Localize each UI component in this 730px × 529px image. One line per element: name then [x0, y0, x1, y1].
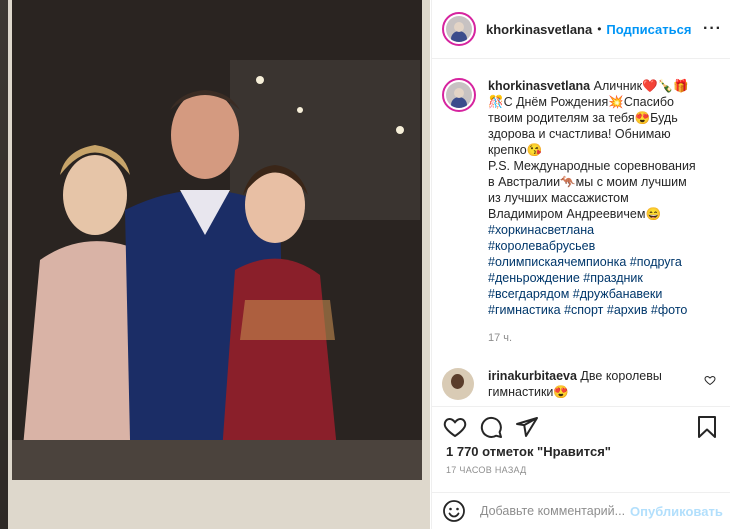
author-username[interactable]: khorkinasvetlana — [486, 22, 592, 37]
caption-line: крепко😘 — [488, 143, 543, 157]
post-date: 17 часов назад — [446, 465, 527, 475]
avatar[interactable] — [442, 12, 476, 46]
hashtag-link[interactable]: #деньрождение #праздник — [488, 271, 643, 285]
photo-illustration — [0, 0, 430, 529]
caption-text: khorkinasvetlana Аличник❤️🍾🎁 🎊С Днём Рож… — [488, 78, 696, 346]
comment-input[interactable] — [480, 504, 630, 518]
caption-username[interactable]: khorkinasvetlana — [488, 79, 590, 93]
comment-text: irinakurbitaeva Две королевы гимнастики😍 — [488, 368, 688, 400]
comment-icon[interactable] — [478, 414, 504, 440]
hashtag-link[interactable]: #хоркинасветлана — [488, 223, 594, 237]
publish-button[interactable]: Опубликовать — [630, 504, 723, 519]
caption-line: здорова и счастлива! Обнимаю — [488, 127, 671, 141]
heart-icon[interactable] — [442, 414, 468, 440]
share-icon[interactable] — [514, 414, 540, 440]
post-sidebar: khorkinasvetlana • Подписаться ··· khork… — [431, 0, 730, 529]
post-photo[interactable] — [0, 0, 430, 529]
hashtag-link[interactable]: #всегдарядом #дружбанавеки — [488, 287, 662, 301]
caption-line: твоим родителям за тебя😍Будь — [488, 111, 678, 125]
commenter-avatar[interactable] — [442, 368, 474, 400]
caption-line: Владимиром Андреевичем😄 — [488, 207, 662, 221]
likes-count[interactable]: 1 770 отметок "Нравится" — [446, 444, 611, 459]
caption-line: 🎊С Днём Рождения💥Спасибо — [488, 95, 674, 109]
hashtag-link[interactable]: #гимнастика #спорт #архив #фото — [488, 303, 687, 317]
comment-like-heart-icon[interactable] — [704, 374, 716, 389]
more-horizontal-icon[interactable]: ··· — [703, 20, 722, 38]
add-comment-bar: Опубликовать — [432, 492, 730, 529]
emoji-icon[interactable] — [442, 499, 466, 523]
hashtag-link[interactable]: #королевабрусьев — [488, 239, 595, 253]
bookmark-icon[interactable] — [694, 414, 720, 440]
post-header: khorkinasvetlana • Подписаться ··· — [432, 0, 730, 59]
caption-time: 17 ч. — [488, 332, 513, 344]
caption-line: Аличник❤️🍾🎁 — [593, 79, 689, 93]
hashtag-link[interactable]: #олимпискаячемпионка #подруга — [488, 255, 682, 269]
caption-line: P.S. Международные соревнования — [488, 159, 696, 173]
separator-dot: • — [597, 22, 602, 36]
comment-item: irinakurbitaeva Две королевы гимнастики😍 — [442, 368, 716, 400]
caption: khorkinasvetlana Аличник❤️🍾🎁 🎊С Днём Рож… — [442, 78, 716, 346]
caption-line: в Австралии🦘мы с моим лучшим — [488, 175, 687, 189]
avatar[interactable] — [442, 78, 476, 112]
action-bar — [432, 406, 730, 446]
comments-scroll[interactable]: khorkinasvetlana Аличник❤️🍾🎁 🎊С Днём Рож… — [432, 60, 730, 406]
follow-button[interactable]: Подписаться — [606, 22, 691, 37]
caption-line: из лучших массажистом — [488, 191, 629, 205]
commenter-username[interactable]: irinakurbitaeva — [488, 369, 577, 383]
